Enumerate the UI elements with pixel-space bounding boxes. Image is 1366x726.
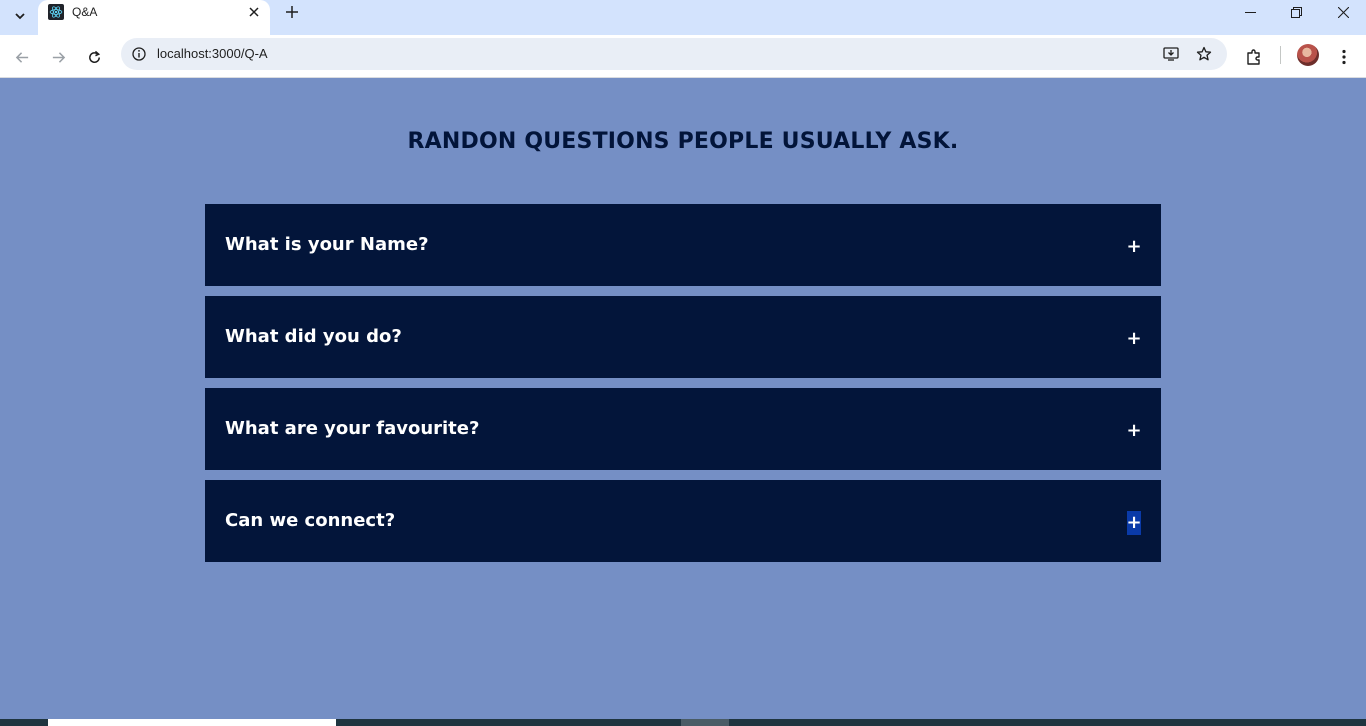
reload-icon xyxy=(88,50,100,63)
page-title: RANDON QUESTIONS PEOPLE USUALLY ASK. xyxy=(407,129,959,154)
faq-item[interactable]: What is your Name? + xyxy=(205,204,1161,286)
star-icon xyxy=(1196,46,1212,61)
browser-tab[interactable]: Q&A xyxy=(38,0,270,35)
back-button[interactable] xyxy=(8,43,36,71)
arrow-left-icon xyxy=(15,51,28,63)
extensions-button[interactable] xyxy=(1240,43,1268,71)
install-icon xyxy=(1163,47,1179,61)
faq-question: What are your favourite? xyxy=(225,418,480,439)
profile-avatar[interactable] xyxy=(1297,44,1319,66)
address-bar[interactable]: localhost:3000/Q-A xyxy=(121,38,1227,70)
close-window-button[interactable] xyxy=(1320,0,1366,24)
faq-question: What did you do? xyxy=(225,326,402,347)
more-vertical-icon xyxy=(1342,49,1346,65)
puzzle-icon xyxy=(1247,49,1260,65)
taskbar-search-box[interactable] xyxy=(48,719,336,726)
tab-title: Q&A xyxy=(72,5,98,19)
react-favicon-icon xyxy=(48,4,64,20)
restore-icon xyxy=(1290,6,1302,18)
forward-button[interactable] xyxy=(44,43,72,71)
info-icon xyxy=(132,47,146,61)
browser-menu-button[interactable] xyxy=(1330,43,1358,71)
reload-button[interactable] xyxy=(80,43,108,71)
minimize-icon xyxy=(1244,11,1256,13)
arrow-right-icon xyxy=(52,51,65,63)
install-app-button[interactable] xyxy=(1161,44,1181,64)
faq-question: Can we connect? xyxy=(225,510,396,531)
expand-toggle-button[interactable]: + xyxy=(1126,235,1141,259)
expand-toggle-button[interactable]: + xyxy=(1126,419,1141,443)
faq-list: What is your Name? + What did you do? + … xyxy=(205,204,1161,562)
chevron-down-icon xyxy=(15,13,25,20)
tab-close-button[interactable] xyxy=(246,4,262,20)
expand-toggle-button[interactable]: + xyxy=(1126,327,1141,351)
close-icon xyxy=(249,7,259,17)
browser-tab-bar: Q&A xyxy=(0,0,1366,35)
expand-toggle-button[interactable]: + xyxy=(1126,511,1142,535)
minimize-button[interactable] xyxy=(1227,0,1273,24)
close-icon xyxy=(1337,6,1349,18)
bookmark-button[interactable] xyxy=(1194,44,1214,64)
site-info-button[interactable] xyxy=(129,44,149,64)
restore-button[interactable] xyxy=(1273,0,1319,24)
faq-item[interactable]: Can we connect? + xyxy=(205,480,1161,562)
faq-item[interactable]: What did you do? + xyxy=(205,296,1161,378)
new-tab-button[interactable] xyxy=(280,0,304,24)
url-text[interactable]: localhost:3000/Q-A xyxy=(157,46,268,62)
toolbar-divider xyxy=(1280,46,1281,64)
taskbar-app-button[interactable] xyxy=(681,719,729,726)
faq-question: What is your Name? xyxy=(225,234,429,255)
browser-toolbar: localhost:3000/Q-A xyxy=(0,35,1366,78)
plus-icon xyxy=(286,6,298,18)
tab-search-button[interactable] xyxy=(6,2,34,30)
faq-item[interactable]: What are your favourite? + xyxy=(205,388,1161,470)
